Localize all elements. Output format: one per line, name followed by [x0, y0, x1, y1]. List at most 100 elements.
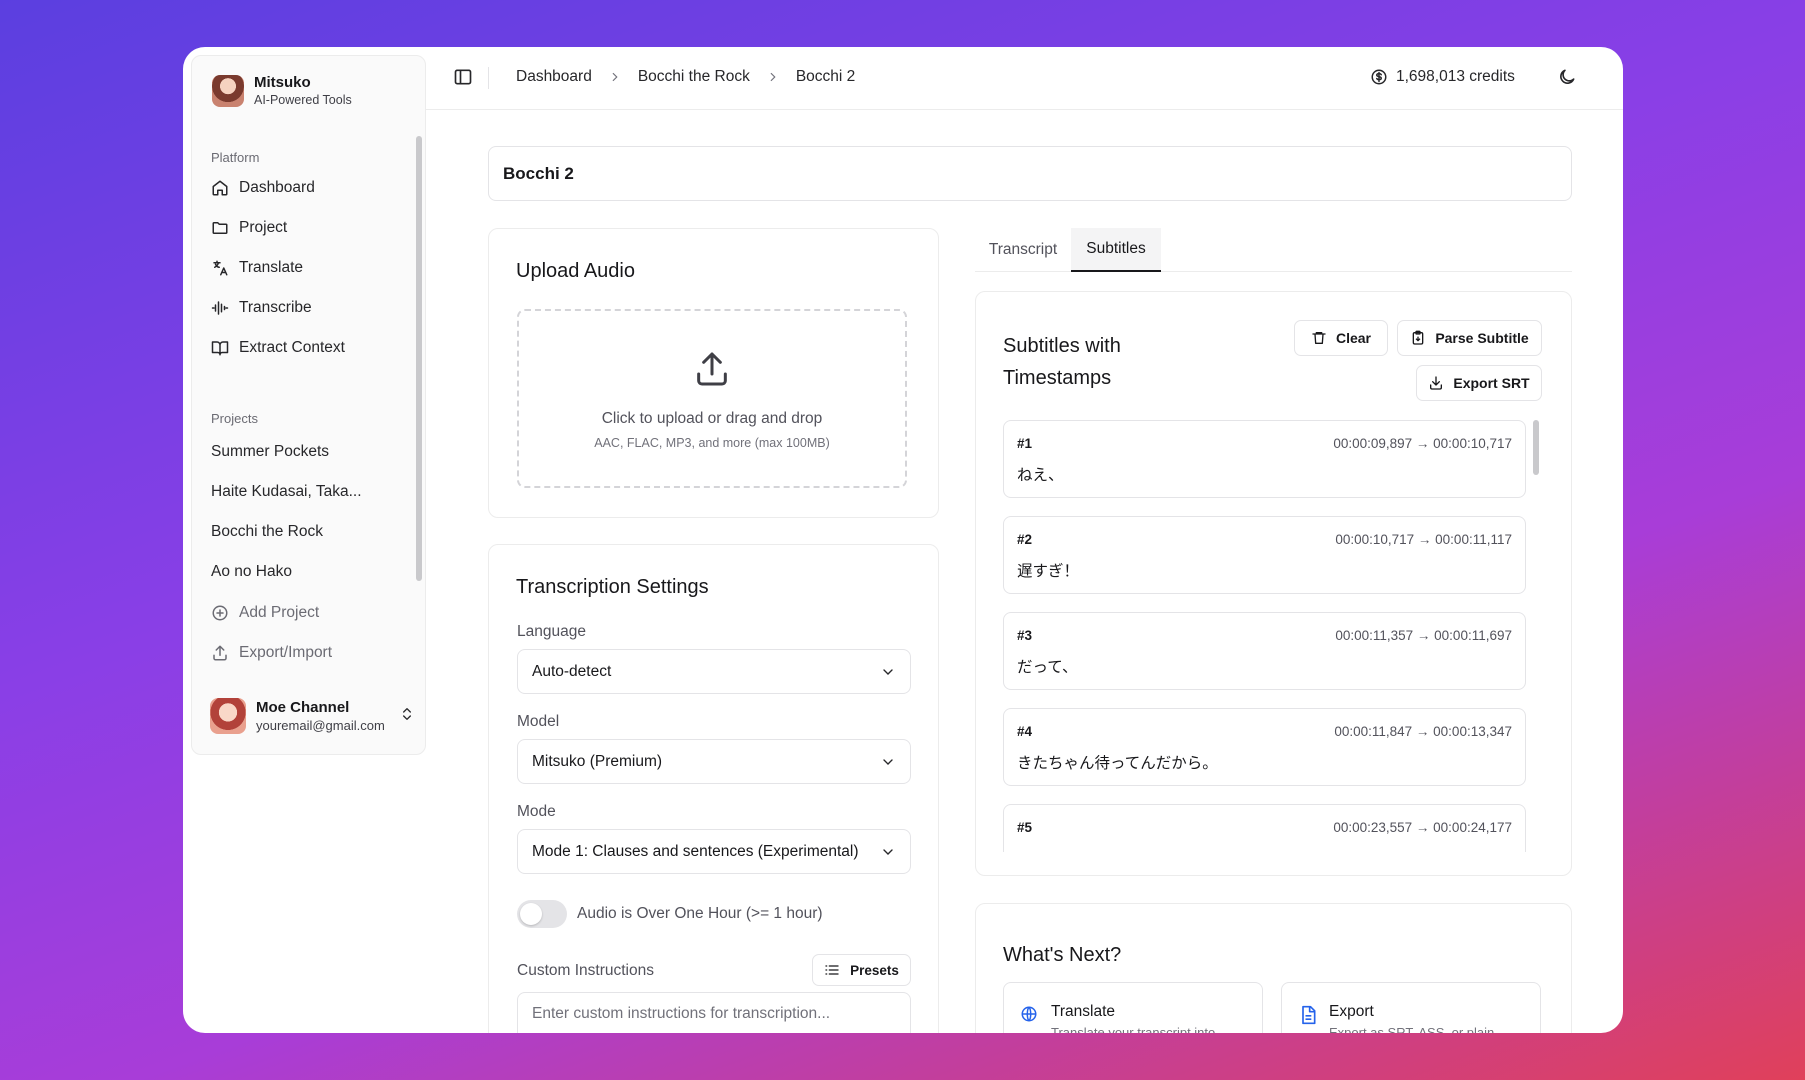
chevron-right-icon	[608, 70, 622, 84]
upload-dropzone[interactable]: Click to upload or drag and drop AAC, FL…	[517, 309, 907, 488]
app-logo	[212, 74, 244, 107]
upload-title: Upload Audio	[516, 260, 635, 282]
sidebar-item-dashboard[interactable]: Dashboard	[211, 174, 315, 202]
sidebar-item-label: Dashboard	[239, 179, 315, 196]
subtitle-index: #5	[1017, 820, 1033, 835]
export-srt-label: Export SRT	[1453, 375, 1530, 391]
plus-circle-icon	[211, 604, 229, 622]
subtitle-item[interactable]: #5 00:00:23,557 → 00:00:24,177	[1003, 804, 1526, 852]
sidebar-item-label: Extract Context	[239, 339, 345, 356]
mode-value: Mode 1: Clauses and sentences (Experimen…	[532, 842, 859, 860]
over-hour-toggle[interactable]	[517, 900, 567, 928]
clear-button[interactable]: Clear	[1294, 320, 1388, 356]
chevrons-up-down-icon	[399, 706, 415, 727]
credits-text: 1,698,013 credits	[1396, 68, 1515, 85]
custom-instructions-input[interactable]: Enter custom instructions for transcript…	[517, 992, 911, 1033]
sidebar-item-label: Transcribe	[239, 299, 312, 316]
upload-icon	[692, 349, 732, 394]
subtitle-time: 00:00:09,897 → 00:00:10,717	[1333, 436, 1512, 451]
language-label: Language	[517, 623, 586, 640]
presets-label: Presets	[850, 962, 899, 978]
moon-icon[interactable]	[1557, 67, 1577, 92]
export-import-button[interactable]: Export/Import	[211, 639, 332, 667]
upload-main-text: Click to upload or drag and drop	[601, 410, 823, 427]
subtitles-card: Subtitles with Timestamps Clear Parse Su…	[975, 291, 1572, 876]
mode-select[interactable]: Mode 1: Clauses and sentences (Experimen…	[517, 829, 911, 874]
upload-card: Upload Audio Click to upload or drag and…	[488, 228, 939, 518]
clipboard-icon	[1410, 330, 1426, 346]
language-select[interactable]: Auto-detect	[517, 649, 911, 694]
user-email: youremail@gmail.com	[256, 718, 385, 733]
subtitle-item[interactable]: #4 00:00:11,847 → 00:00:13,347 きたちゃん待ってん…	[1003, 708, 1526, 786]
file-text-icon	[1298, 1005, 1318, 1030]
sidebar-scrollbar[interactable]	[416, 136, 422, 581]
language-value: Auto-detect	[532, 662, 612, 680]
over-hour-label: Audio is Over One Hour (>= 1 hour)	[577, 905, 823, 922]
subtitle-item[interactable]: #3 00:00:11,357 → 00:00:11,697 だって、	[1003, 612, 1526, 690]
project-item[interactable]: Ao no Hako	[211, 563, 292, 581]
chevron-right-icon	[766, 70, 780, 84]
user-menu[interactable]: Moe Channel youremail@gmail.com	[210, 698, 415, 734]
sidebar: Mitsuko AI-Powered Tools Platform Dashbo…	[191, 55, 426, 755]
project-item[interactable]: Haite Kudasai, Taka...	[211, 483, 362, 501]
chevron-down-icon	[880, 844, 896, 860]
next-item-name: Translate	[1051, 1003, 1116, 1020]
project-item[interactable]: Summer Pockets	[211, 443, 329, 461]
list-icon	[824, 962, 840, 978]
chevron-down-icon	[880, 664, 896, 680]
page-title[interactable]: Bocchi 2	[488, 146, 1572, 201]
subtitle-index: #1	[1017, 436, 1033, 451]
next-translate-card[interactable]: Translate Translate your transcript into	[1003, 982, 1263, 1033]
subtitle-text: だって、	[1017, 658, 1078, 676]
avatar	[210, 698, 246, 734]
model-label: Model	[517, 713, 560, 730]
tab-transcript[interactable]: Transcript	[975, 228, 1071, 272]
trash-icon	[1311, 330, 1327, 346]
subtitle-time: 00:00:11,847 → 00:00:13,347	[1334, 724, 1512, 739]
app-name: Mitsuko	[254, 74, 311, 91]
upload-icon	[211, 644, 229, 662]
next-item-desc: Export as SRT, ASS, or plain	[1329, 1025, 1495, 1033]
sidebar-toggle-icon[interactable]	[453, 67, 473, 92]
app-window: Mitsuko AI-Powered Tools Platform Dashbo…	[183, 47, 1623, 1033]
projects-label: Projects	[211, 411, 258, 426]
subtitle-list[interactable]: #1 00:00:09,897 → 00:00:10,717 ねえ、 #2 00…	[1003, 420, 1526, 852]
translate-icon	[211, 259, 229, 277]
sidebar-item-translate[interactable]: Translate	[211, 254, 303, 282]
brand[interactable]: Mitsuko AI-Powered Tools	[212, 74, 352, 107]
breadcrumb-dashboard[interactable]: Dashboard	[516, 68, 592, 86]
subtitle-index: #2	[1017, 532, 1033, 547]
custom-instructions-label: Custom Instructions	[517, 962, 654, 979]
tab-subtitles[interactable]: Subtitles	[1071, 228, 1161, 272]
user-name: Moe Channel	[256, 699, 350, 716]
dollar-circle-icon	[1370, 68, 1388, 86]
platform-label: Platform	[211, 150, 260, 165]
breadcrumb-current: Bocchi 2	[795, 68, 856, 85]
upload-sub-text: AAC, FLAC, MP3, and more (max 100MB)	[594, 436, 830, 450]
next-export-card[interactable]: Export Export as SRT, ASS, or plain	[1281, 982, 1541, 1033]
subtitle-index: #4	[1017, 724, 1033, 739]
subtitle-item[interactable]: #2 00:00:10,717 → 00:00:11,117 遅すぎ！	[1003, 516, 1526, 594]
sidebar-item-extract-context[interactable]: Extract Context	[211, 334, 345, 362]
sidebar-item-project[interactable]: Project	[211, 214, 287, 242]
model-select[interactable]: Mitsuko (Premium)	[517, 739, 911, 784]
subtitle-text: ねえ、	[1017, 466, 1064, 484]
clear-label: Clear	[1335, 330, 1372, 346]
subtitle-item[interactable]: #1 00:00:09,897 → 00:00:10,717 ねえ、	[1003, 420, 1526, 498]
breadcrumb-project[interactable]: Bocchi the Rock	[638, 68, 750, 86]
subtitle-time: 00:00:10,717 → 00:00:11,117	[1335, 532, 1512, 547]
presets-button[interactable]: Presets	[812, 954, 911, 986]
subtitle-scrollbar[interactable]	[1533, 420, 1539, 475]
sidebar-item-label: Translate	[239, 259, 304, 276]
subtitle-text: きたちゃん待ってんだから。	[1017, 754, 1218, 772]
subtitle-text: 遅すぎ！	[1017, 562, 1080, 580]
home-icon	[211, 179, 229, 197]
sidebar-item-transcribe[interactable]: Transcribe	[211, 294, 312, 322]
parse-subtitle-button[interactable]: Parse Subtitle	[1397, 320, 1542, 356]
add-project-button[interactable]: Add Project	[211, 599, 319, 627]
project-item[interactable]: Bocchi the Rock	[211, 523, 323, 541]
credits-display[interactable]: 1,698,013 credits	[1370, 68, 1515, 86]
export-srt-button[interactable]: Export SRT	[1416, 365, 1542, 401]
globe-icon	[1020, 1005, 1038, 1028]
breadcrumb: Dashboard Bocchi the Rock Bocchi 2	[516, 68, 855, 86]
